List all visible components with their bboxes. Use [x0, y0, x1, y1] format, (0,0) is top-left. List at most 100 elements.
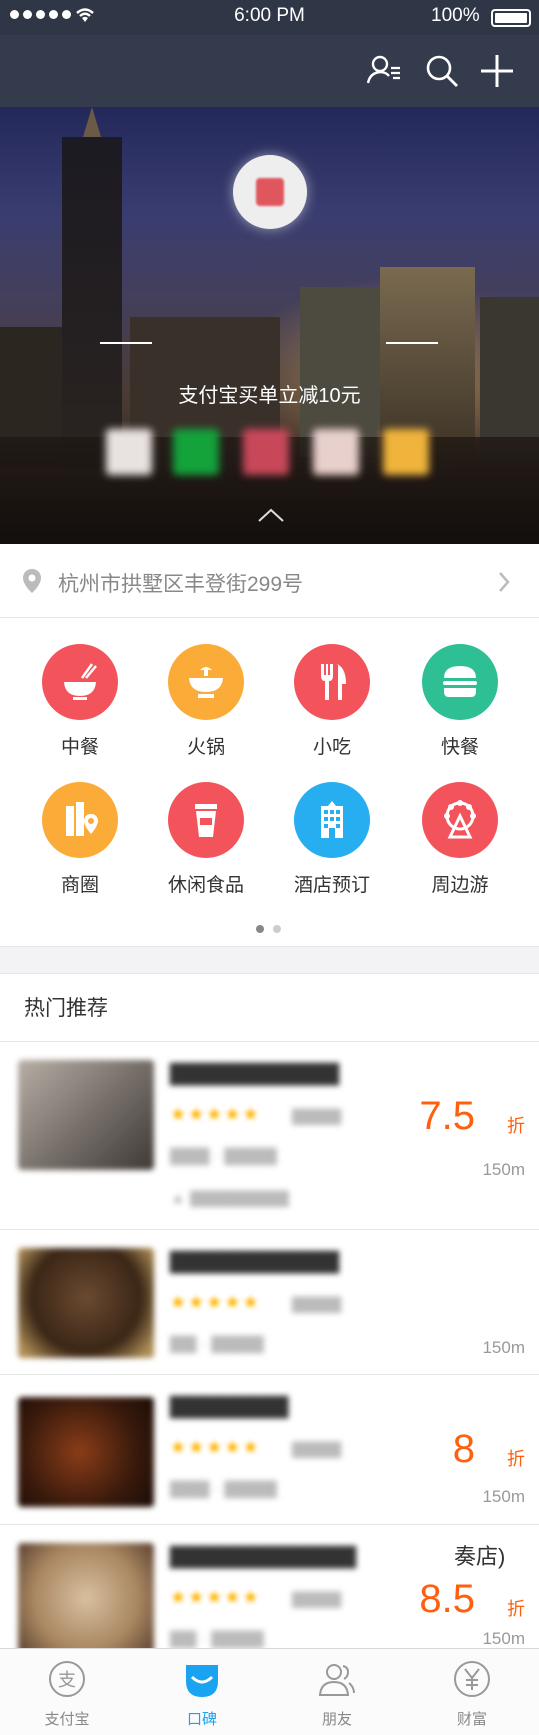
address-text: 杭州市拱墅区丰登街299号 [58, 573, 304, 596]
category-label: 商圈 [60, 875, 99, 896]
wealth-icon [454, 1661, 490, 1697]
merchant-thumb[interactable] [383, 429, 429, 475]
banner-building [480, 297, 539, 457]
battery-percent: 100% [431, 5, 480, 26]
category-label: 酒店预订 [293, 875, 370, 896]
tab-label: 支付宝 [44, 1711, 90, 1728]
merchant-image [18, 1060, 154, 1170]
category-hotpot[interactable]: 火锅 [151, 644, 261, 774]
merchant-thumb[interactable] [173, 429, 219, 475]
category-label: 小吃 [312, 737, 351, 758]
distance: 150m [482, 1629, 525, 1648]
category-label: 火锅 [186, 737, 225, 758]
list-item[interactable]: ▇▇▇▇▇▇▇▇▇▇ ★★★★★ ▇▇▇▇ ▇▇▇ · ▇▇▇▇ ▲ ▇▇▇▇▇… [0, 1042, 539, 1230]
category-label: 中餐 [60, 737, 99, 758]
merchant-thumb[interactable] [106, 429, 152, 475]
distance: 150m [482, 1160, 525, 1179]
hot-section-title: 热门推荐 [24, 997, 108, 1020]
list-item[interactable]: ▇▇▇▇▇▇▇▇▇▇ ★★★★★ ▇▇▇▇ ▇▇ · ▇▇▇▇ 150m [0, 1230, 539, 1375]
title-divider [100, 342, 152, 344]
merchant-thumb[interactable] [243, 429, 289, 475]
tab-koubei[interactable]: 口碑 [135, 1649, 269, 1735]
hero-banner[interactable]: 支付宝买单立减10元 [0, 107, 539, 544]
search-icon[interactable] [422, 51, 462, 91]
banner-tower [62, 137, 122, 467]
distance: 150m [482, 1338, 525, 1357]
discount-value: 8.5 [419, 1577, 475, 1621]
page-dot [273, 925, 281, 933]
brand-logo [233, 155, 307, 229]
tab-label: 财富 [456, 1711, 487, 1728]
discount-unit: 折 [507, 1449, 525, 1469]
category-label: 休闲食品 [167, 875, 244, 896]
category-label: 快餐 [440, 737, 479, 758]
merchant-category-blurred: ▇▇ · ▇▇▇▇ [170, 1334, 264, 1353]
merchant-image [18, 1248, 154, 1358]
bowl-chopsticks-icon [42, 644, 118, 720]
tab-label: 口碑 [186, 1711, 217, 1728]
banner-subtitle: 支付宝买单立减10元 [178, 385, 361, 407]
burger-icon [422, 644, 498, 720]
banner-title-blurred [165, 327, 375, 359]
merchant-name-blurred: ▇▇▇▇▇▇▇ [170, 1393, 289, 1418]
category-business-district[interactable]: 商圈 [25, 782, 135, 912]
merchant-name-blurred: ▇▇▇▇▇▇▇▇▇▇▇ [170, 1543, 357, 1568]
hotel-icon [294, 782, 370, 858]
discount-unit: 折 [507, 1116, 525, 1136]
category-hotel-booking[interactable]: 酒店预订 [277, 782, 387, 912]
list-item[interactable]: ▇▇▇▇▇▇▇ ★★★★★ ▇▇▇▇ ▇▇▇ · ▇▇▇▇ 8 折 150m [0, 1375, 539, 1525]
tab-bar: 支 支付宝 口碑 朋友 财富 [0, 1648, 539, 1735]
merchant-category-blurred: ▇▇▇ · ▇▇▇▇ [170, 1479, 277, 1498]
discount-value: 8 [452, 1427, 475, 1471]
category-leisure-food[interactable]: 休闲食品 [151, 782, 261, 912]
merchant-category-blurred: ▇▇▇ · ▇▇▇▇ [170, 1146, 277, 1165]
category-label: 周边游 [431, 875, 489, 896]
page-indicator [256, 920, 290, 938]
svg-text:支: 支 [58, 1670, 76, 1691]
category-chinese-food[interactable]: 中餐 [25, 644, 135, 774]
merchant-image [18, 1397, 154, 1507]
category-snacks[interactable]: 小吃 [277, 644, 387, 774]
rating-stars: ★★★★★ [170, 1587, 261, 1607]
tab-alipay[interactable]: 支 支付宝 [0, 1649, 134, 1735]
merchant-name-blurred: ▇▇▇▇▇▇▇▇▇▇ [170, 1060, 340, 1085]
avg-price-blurred: ▇▇▇▇ [292, 1296, 342, 1313]
tab-wealth[interactable]: 财富 [405, 1649, 539, 1735]
page-dot [256, 925, 264, 933]
discount-unit: 折 [507, 1599, 525, 1619]
hotpot-icon [168, 644, 244, 720]
chevron-up-icon[interactable] [257, 507, 285, 523]
merchant-category-blurred: ▇▇ · ▇▇▇▇ [170, 1629, 264, 1648]
distance: 150m [482, 1487, 525, 1506]
chevron-right-icon [499, 572, 510, 592]
tab-friends[interactable]: 朋友 [270, 1649, 404, 1735]
fork-knife-icon [294, 644, 370, 720]
avg-price-blurred: ▇▇▇▇ [292, 1591, 342, 1608]
list-item[interactable]: ▇▇▇▇▇▇▇▇▇▇▇ 奏店) ★★★★★ ▇▇▇▇ ▇▇ · ▇▇▇▇ 8.5… [0, 1525, 539, 1648]
status-bar: 6:00 PM 100% [0, 0, 539, 35]
avg-price-blurred: ▇▇▇▇ [292, 1108, 342, 1125]
discount-value: 7.5 [419, 1094, 475, 1138]
location-bar[interactable]: 杭州市拱墅区丰登街299号 [0, 544, 539, 618]
tab-label: 朋友 [321, 1711, 352, 1728]
rating-stars: ★★★★★ [170, 1104, 261, 1124]
merchant-name-blurred: ▇▇▇▇▇▇▇▇▇▇ [170, 1248, 340, 1273]
location-pin-icon [23, 569, 41, 593]
merchant-name-suffix: 奏店) [454, 1544, 506, 1569]
add-icon[interactable] [477, 51, 517, 91]
title-divider [386, 342, 438, 344]
rating-stars: ★★★★★ [170, 1292, 261, 1312]
merchant-thumb[interactable] [313, 429, 359, 475]
ferris-wheel-icon [422, 782, 498, 858]
friends-icon [318, 1664, 355, 1696]
category-fast-food[interactable]: 快餐 [405, 644, 515, 774]
rating-stars: ★★★★★ [170, 1437, 261, 1457]
section-gap [0, 946, 539, 974]
merchant-tag-blurred: ▲ ▇▇▇▇▇▇▇▇ [170, 1190, 289, 1207]
contacts-icon[interactable] [364, 51, 404, 91]
category-nearby-travel[interactable]: 周边游 [405, 782, 515, 912]
battery-icon [491, 9, 531, 27]
top-nav [0, 35, 539, 107]
building-pin-icon [42, 782, 118, 858]
avg-price-blurred: ▇▇▇▇ [292, 1441, 342, 1458]
